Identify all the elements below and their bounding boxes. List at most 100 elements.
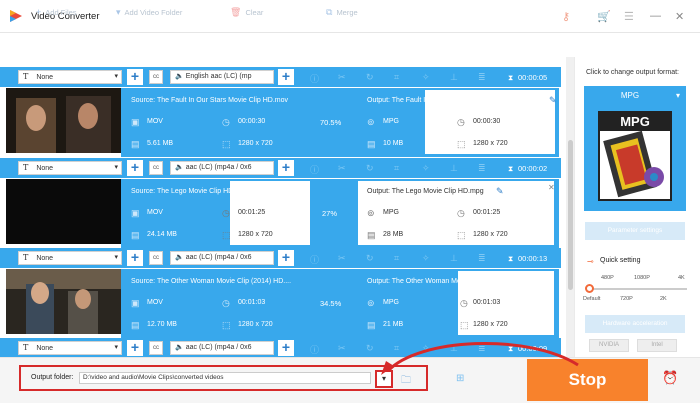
add-audio-button[interactable]: + <box>278 340 294 356</box>
cut-icon[interactable]: ✂ <box>338 343 346 354</box>
remove-item-icon[interactable]: ✕ <box>548 183 555 192</box>
chapters-icon[interactable]: ≣ <box>478 163 486 174</box>
rotate-icon[interactable]: ↻ <box>366 343 374 354</box>
edit-icon[interactable]: ✎ <box>549 95 557 106</box>
hourglass-icon: ⧗ <box>508 164 514 173</box>
subtitle-select[interactable]: T None ▾ <box>18 341 122 355</box>
source-duration: 00:01:25 <box>238 209 266 216</box>
minimize-icon[interactable]: — <box>650 10 661 22</box>
cc-icon[interactable]: cc <box>149 161 163 175</box>
clock-icon: ◷ <box>222 208 230 218</box>
cc-icon[interactable]: cc <box>149 251 163 265</box>
output-folder-input[interactable]: D:\video and audio\Movie Clips\converted… <box>79 372 371 384</box>
quality-slider-track[interactable] <box>589 288 687 290</box>
resolution-icon: ⬚ <box>457 139 466 149</box>
subtitle-select[interactable]: T None ▾ <box>18 70 122 84</box>
progress-percent: 34.5% <box>320 299 342 308</box>
output-resolution: 1280 x 720 <box>473 140 508 147</box>
info-icon[interactable]: ⓘ <box>310 343 319 356</box>
effects-icon[interactable]: ✧ <box>422 163 430 174</box>
video-item[interactable]: Source: The Fault In Our Stars Movie Cli… <box>0 88 561 160</box>
chapters-icon[interactable]: ≣ <box>478 343 486 354</box>
cut-icon[interactable]: ✂ <box>338 163 346 174</box>
video-item[interactable]: Source: The Other Woman Movie Clip (2014… <box>0 269 561 341</box>
add-subtitle-button[interactable]: + <box>127 250 143 266</box>
alarm-clock-icon[interactable]: ⏰ <box>662 370 678 386</box>
scrollbar-thumb[interactable] <box>568 140 573 290</box>
chapters-icon[interactable]: ≣ <box>478 72 486 83</box>
add-subtitle-button[interactable]: + <box>127 160 143 176</box>
merge-button[interactable]: ⧉ Merge <box>326 7 358 18</box>
add-audio-button[interactable]: + <box>278 160 294 176</box>
subtitle-select[interactable]: T None ▾ <box>18 251 122 265</box>
cart-icon[interactable]: 🛒 <box>597 10 611 23</box>
subtitle-select[interactable]: T None ▾ <box>18 161 122 175</box>
track-duration: 00:00:05 <box>518 73 548 82</box>
open-folder-icon[interactable]: 🗀 <box>401 373 411 390</box>
output-folder-label: Output folder: <box>31 374 74 381</box>
hardware-acceleration-button[interactable]: Hardware acceleration <box>585 315 685 333</box>
watermark-icon[interactable]: ⊥ <box>450 72 458 83</box>
quality-slider-handle[interactable] <box>585 284 594 293</box>
audio-track-select[interactable]: 🔈 English aac (LC) (mp <box>170 70 274 84</box>
edit-icon[interactable]: ✎ <box>496 186 504 197</box>
hourglass-icon: ⧗ <box>508 73 514 82</box>
effects-icon[interactable]: ✧ <box>422 343 430 354</box>
rotate-icon[interactable]: ↻ <box>366 72 374 83</box>
resolution-icon: ⬚ <box>222 320 231 330</box>
crop-icon[interactable]: ⌗ <box>394 253 399 264</box>
output-name: Output: The Lego Movie Clip HD.mpg <box>367 188 484 195</box>
output-folder-dropdown-button[interactable]: ▾ <box>375 370 393 388</box>
cc-icon[interactable]: cc <box>149 70 163 84</box>
cut-icon[interactable]: ✂ <box>338 72 346 83</box>
effects-icon[interactable]: ✧ <box>422 253 430 264</box>
crop-icon[interactable]: ⌗ <box>394 163 399 174</box>
intel-option[interactable]: Intel <box>637 339 677 352</box>
add-folder-icon[interactable]: ⊞ <box>456 373 464 384</box>
menu-icon[interactable]: ☰ <box>624 10 634 23</box>
video-thumbnail[interactable] <box>6 179 121 244</box>
rotate-icon[interactable]: ↻ <box>366 253 374 264</box>
rotate-icon[interactable]: ↻ <box>366 163 374 174</box>
add-folder-button[interactable]: ▾ Add Video Folder <box>116 7 182 18</box>
audio-track-select[interactable]: 🔈 aac (LC) (mp4a / 0x6 <box>170 161 274 175</box>
info-icon[interactable]: ⓘ <box>310 253 319 266</box>
add-audio-button[interactable]: + <box>278 69 294 85</box>
add-audio-button[interactable]: + <box>278 250 294 266</box>
parameter-settings-button[interactable]: Parameter settings <box>585 222 685 240</box>
watermark-icon[interactable]: ⊥ <box>450 163 458 174</box>
cc-icon[interactable]: cc <box>149 341 163 355</box>
size-icon: ▤ <box>367 139 376 149</box>
cut-icon[interactable]: ✂ <box>338 253 346 264</box>
watermark-icon[interactable]: ⊥ <box>450 343 458 354</box>
stop-button[interactable]: Stop <box>527 359 648 401</box>
quality-label: 4K <box>678 275 685 281</box>
chapters-icon[interactable]: ≣ <box>478 253 486 264</box>
effects-icon[interactable]: ✧ <box>422 72 430 83</box>
clear-button[interactable]: 🗑 Clear <box>230 7 263 18</box>
add-subtitle-button[interactable]: + <box>127 69 143 85</box>
add-files-button[interactable]: + Add Files <box>36 7 77 17</box>
video-thumbnail[interactable] <box>6 88 121 153</box>
add-subtitle-button[interactable]: + <box>127 340 143 356</box>
source-size: 5.61 MB <box>147 140 174 147</box>
audio-track-select[interactable]: 🔈 aac (LC) (mp4a / 0x6 <box>170 341 274 355</box>
source-resolution: 1280 x 720 <box>238 140 273 147</box>
key-icon[interactable]: ⚷ <box>562 10 570 23</box>
nvidia-option[interactable]: NVIDIA <box>589 339 629 352</box>
audio-track-select[interactable]: 🔈 aac (LC) (mp4a / 0x6 <box>170 251 274 265</box>
crop-icon[interactable]: ⌗ <box>394 72 399 83</box>
video-item[interactable]: Source: The Lego Movie Clip HD.mov ▣ MOV… <box>0 179 561 251</box>
output-duration: 00:01:03 <box>473 299 501 306</box>
crop-icon[interactable]: ⌗ <box>394 343 399 354</box>
size-icon: ▤ <box>367 230 376 240</box>
format-icon: ⊚ <box>367 117 375 127</box>
toolbar <box>0 33 568 57</box>
info-icon[interactable]: ⓘ <box>310 163 319 176</box>
video-thumbnail[interactable] <box>6 269 121 334</box>
info-icon[interactable]: ⓘ <box>310 72 319 85</box>
output-name: Output: The Other Woman Movie Clip (2014… <box>367 278 512 285</box>
watermark-icon[interactable]: ⊥ <box>450 253 458 264</box>
close-window-icon[interactable]: ✕ <box>675 10 684 23</box>
output-format-name: MPG ▾ <box>620 91 680 100</box>
